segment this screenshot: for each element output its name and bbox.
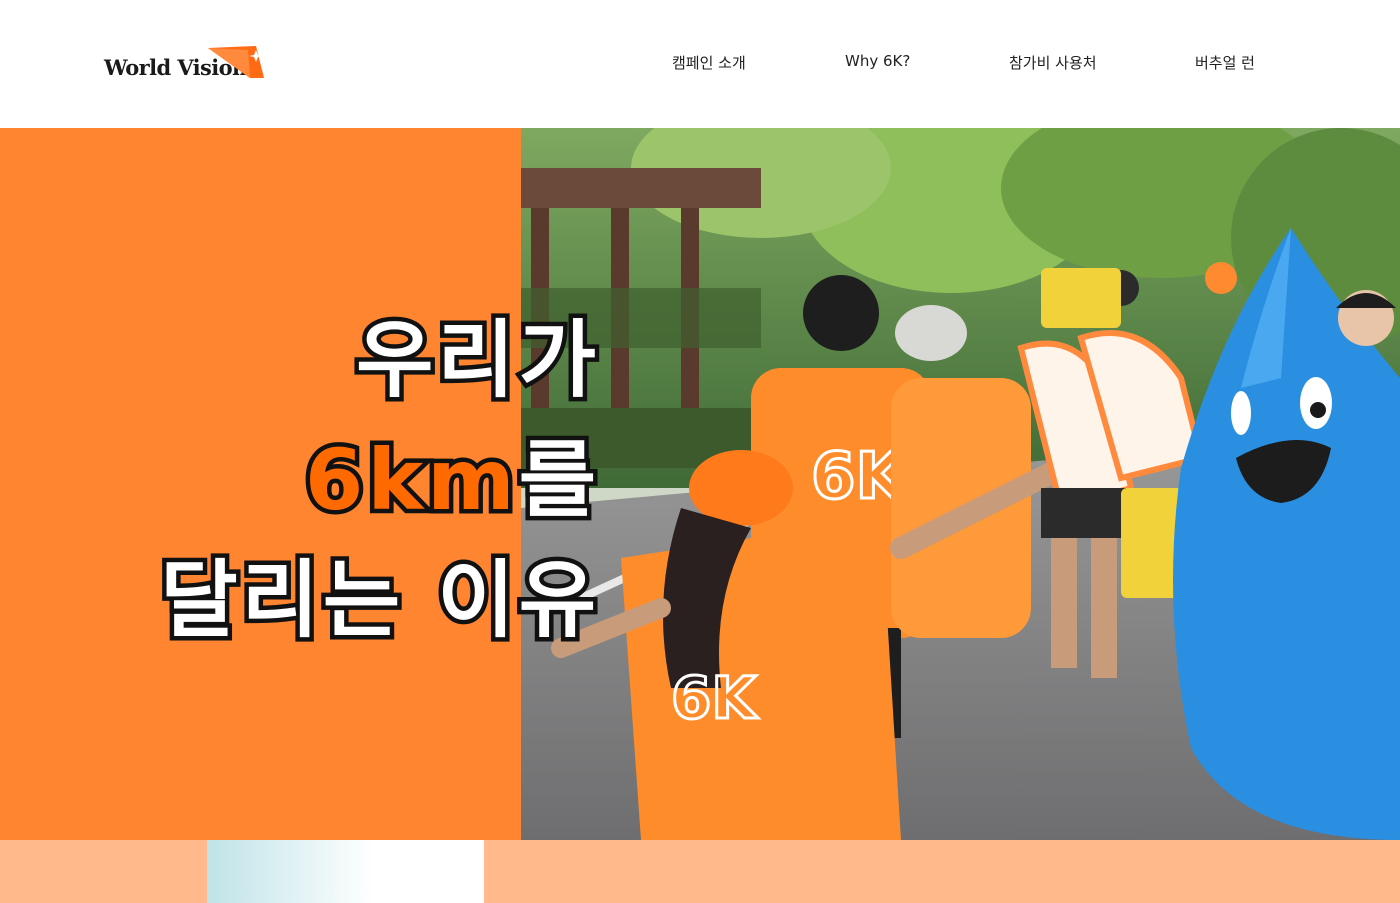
svg-text:6K: 6K	[671, 664, 758, 732]
next-section-preview	[0, 840, 1400, 903]
headline-line-2-rest: 를	[514, 427, 600, 534]
hero-headline: 우리가 6km를 달리는 이유	[0, 300, 601, 660]
headline-line-1: 우리가	[352, 307, 601, 414]
nav-item-campaign[interactable]: 캠페인 소개	[672, 52, 746, 73]
nav-item-why-6k[interactable]: Why 6K?	[845, 52, 910, 70]
light-gradient-band	[207, 840, 484, 903]
nav-item-virtual-run[interactable]: 버추얼 런	[1195, 52, 1255, 73]
peach-band-left	[0, 840, 207, 903]
site-header: World Vision 캠페인 소개 Why 6K? 참가비 사용처 버추얼 …	[0, 0, 1400, 128]
hero-photo-illustration: 6K 6K	[521, 128, 1400, 840]
headline-accent-6km: 6km	[300, 427, 519, 534]
headline-line-2: 6km를	[0, 420, 600, 540]
peach-band-right	[484, 840, 1400, 903]
nav-item-fee-usage[interactable]: 참가비 사용처	[1009, 52, 1097, 73]
hero-section: 6K 6K 우리가 6km를 달리는 이유	[0, 128, 1400, 840]
charity-run-photo: 6K 6K	[521, 128, 1400, 840]
main-nav: 캠페인 소개 Why 6K? 참가비 사용처 버추얼 런	[0, 52, 1400, 76]
headline-line-3: 달리는 이유	[156, 547, 601, 654]
